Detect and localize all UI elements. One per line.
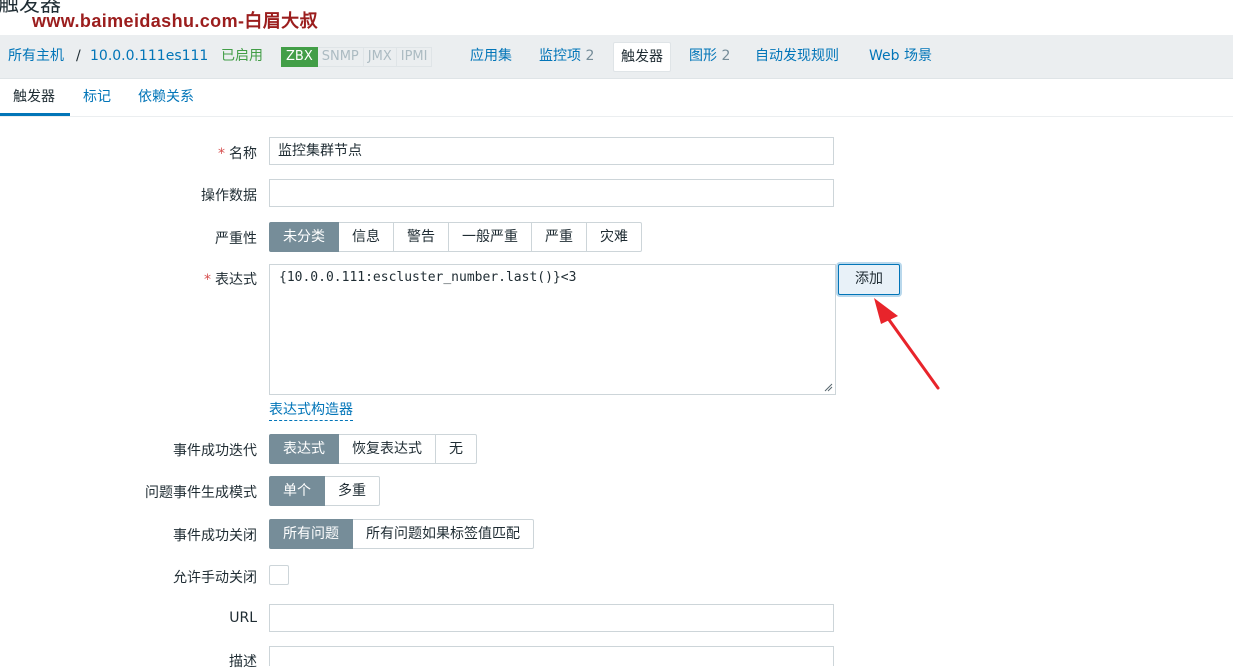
annotation-arrow-icon (874, 298, 940, 390)
severity-warning[interactable]: 警告 (394, 222, 449, 252)
expression-value: {10.0.0.111:escluster_number.last()}<3 (279, 270, 577, 285)
nav-graphs-label: 图形 (689, 48, 717, 64)
ok-event-expression-option[interactable]: 表达式 (269, 434, 339, 464)
severity-disaster[interactable]: 灾难 (587, 222, 642, 252)
breadcrumb-host[interactable]: 10.0.0.111es111 (90, 35, 208, 78)
nav-items[interactable]: 监控项 2 (539, 35, 594, 78)
url-label: URL (229, 610, 257, 626)
operational-data-input[interactable] (269, 179, 834, 207)
severity-information[interactable]: 信息 (339, 222, 394, 252)
ok-event-generation-selector: 表达式 恢复表达式 无 (269, 434, 477, 464)
severity-label: 严重性 (215, 231, 257, 247)
manual-close-label: 允许手动关闭 (173, 570, 257, 586)
severity-not-classified[interactable]: 未分类 (269, 222, 339, 252)
availability-tags: ZBX SNMP JMX IPMI (281, 47, 433, 67)
ipmi-availability-tag: IPMI (396, 47, 433, 67)
breadcrumb-all-hosts[interactable]: 所有主机 (8, 35, 64, 78)
watermark: www.baimeidashu.com-白眉大叔 (32, 11, 318, 31)
snmp-availability-tag: SNMP (317, 47, 364, 67)
operational-data-label: 操作数据 (201, 188, 257, 204)
severity-high[interactable]: 严重 (532, 222, 587, 252)
nav-triggers[interactable]: 触发器 (613, 42, 671, 72)
ok-event-none-option[interactable]: 无 (436, 434, 477, 464)
nav-web-scenarios[interactable]: Web 场景 (869, 35, 932, 78)
nav-graphs-count: 2 (721, 48, 731, 64)
problem-mode-multiple-option[interactable]: 多重 (325, 476, 380, 506)
ok-event-closes-selector: 所有问题 所有问题如果标签值匹配 (269, 519, 534, 549)
close-all-problems-option[interactable]: 所有问题 (269, 519, 353, 549)
description-textarea[interactable] (269, 646, 834, 666)
name-input[interactable]: 监控集群节点 (269, 137, 834, 165)
zbx-availability-tag: ZBX (281, 47, 318, 67)
expression-textarea[interactable]: {10.0.0.111:escluster_number.last()}<3 (269, 264, 836, 395)
host-navigation-bar: 所有主机 / 10.0.0.111es111 已启用 ZBX SNMP JMX … (0, 35, 1233, 79)
nav-applications[interactable]: 应用集 (470, 35, 512, 78)
nav-graphs[interactable]: 图形 2 (689, 35, 730, 78)
breadcrumb-separator: / (76, 48, 81, 64)
problem-event-mode-label: 问题事件生成模式 (145, 485, 257, 501)
problem-mode-single-option[interactable]: 单个 (269, 476, 325, 506)
ok-event-closes-label: 事件成功关闭 (173, 528, 257, 544)
nav-items-count: 2 (585, 48, 595, 64)
nav-discovery-rules[interactable]: 自动发现规则 (755, 35, 839, 78)
tab-trigger[interactable]: 触发器 (13, 79, 55, 116)
resize-grip-icon[interactable] (824, 383, 833, 392)
description-label: 描述 (229, 654, 257, 670)
name-label: * 名称 (218, 143, 257, 163)
ok-event-recovery-expression-option[interactable]: 恢复表达式 (339, 434, 436, 464)
expression-label-text: 表达式 (215, 272, 257, 288)
required-marker: * (204, 272, 211, 288)
tab-tags[interactable]: 标记 (83, 79, 111, 116)
severity-average[interactable]: 一般严重 (449, 222, 532, 252)
required-marker: * (218, 146, 225, 162)
jmx-availability-tag: JMX (363, 47, 397, 67)
severity-selector: 未分类 信息 警告 一般严重 严重 灾难 (269, 222, 642, 252)
url-input[interactable] (269, 604, 834, 632)
ok-event-generation-label: 事件成功迭代 (173, 443, 257, 459)
close-if-tags-match-option[interactable]: 所有问题如果标签值匹配 (353, 519, 534, 549)
expression-label: * 表达式 (204, 269, 257, 289)
active-tab-indicator (0, 113, 70, 116)
nav-items-label: 监控项 (539, 48, 581, 64)
manual-close-checkbox[interactable] (269, 565, 289, 585)
problem-event-mode-selector: 单个 多重 (269, 476, 380, 506)
name-label-text: 名称 (229, 146, 257, 162)
tab-dependencies[interactable]: 依赖关系 (138, 79, 194, 116)
host-status-enabled: 已启用 (221, 48, 263, 64)
form-tabs: 触发器 标记 依赖关系 (0, 79, 1233, 117)
expression-constructor-link[interactable]: 表达式构造器 (269, 400, 353, 421)
